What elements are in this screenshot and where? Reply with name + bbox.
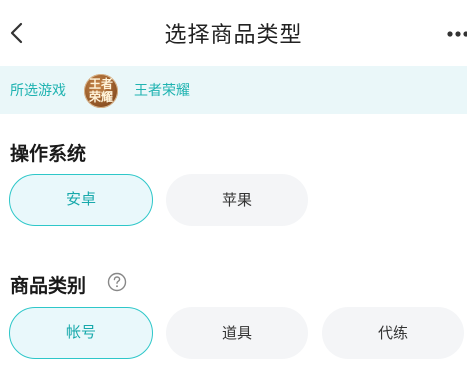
category-section-title: 商品类别: [10, 275, 87, 297]
game-avatar-text-bottom: 荣耀: [88, 90, 113, 104]
top-bar: 选择商品类型: [0, 0, 467, 66]
help-icon[interactable]: [107, 272, 127, 292]
category-option-boosting[interactable]: 代练: [322, 307, 464, 359]
selected-game-label: 所选游戏: [10, 83, 66, 99]
os-option-android[interactable]: 安卓: [9, 174, 153, 226]
page-title: 选择商品类型: [164, 23, 303, 48]
category-option-item[interactable]: 道具: [166, 307, 308, 359]
os-option-ios[interactable]: 苹果: [166, 174, 308, 226]
os-section-title: 操作系统: [10, 143, 87, 165]
selected-game-bar: 所选游戏 王者 荣耀 王者荣耀: [0, 66, 467, 114]
more-options-icon[interactable]: [445, 29, 467, 39]
category-option-account[interactable]: 帐号: [9, 307, 153, 359]
selected-game-name[interactable]: 王者荣耀: [134, 80, 190, 100]
game-avatar: 王者 荣耀: [84, 74, 118, 108]
